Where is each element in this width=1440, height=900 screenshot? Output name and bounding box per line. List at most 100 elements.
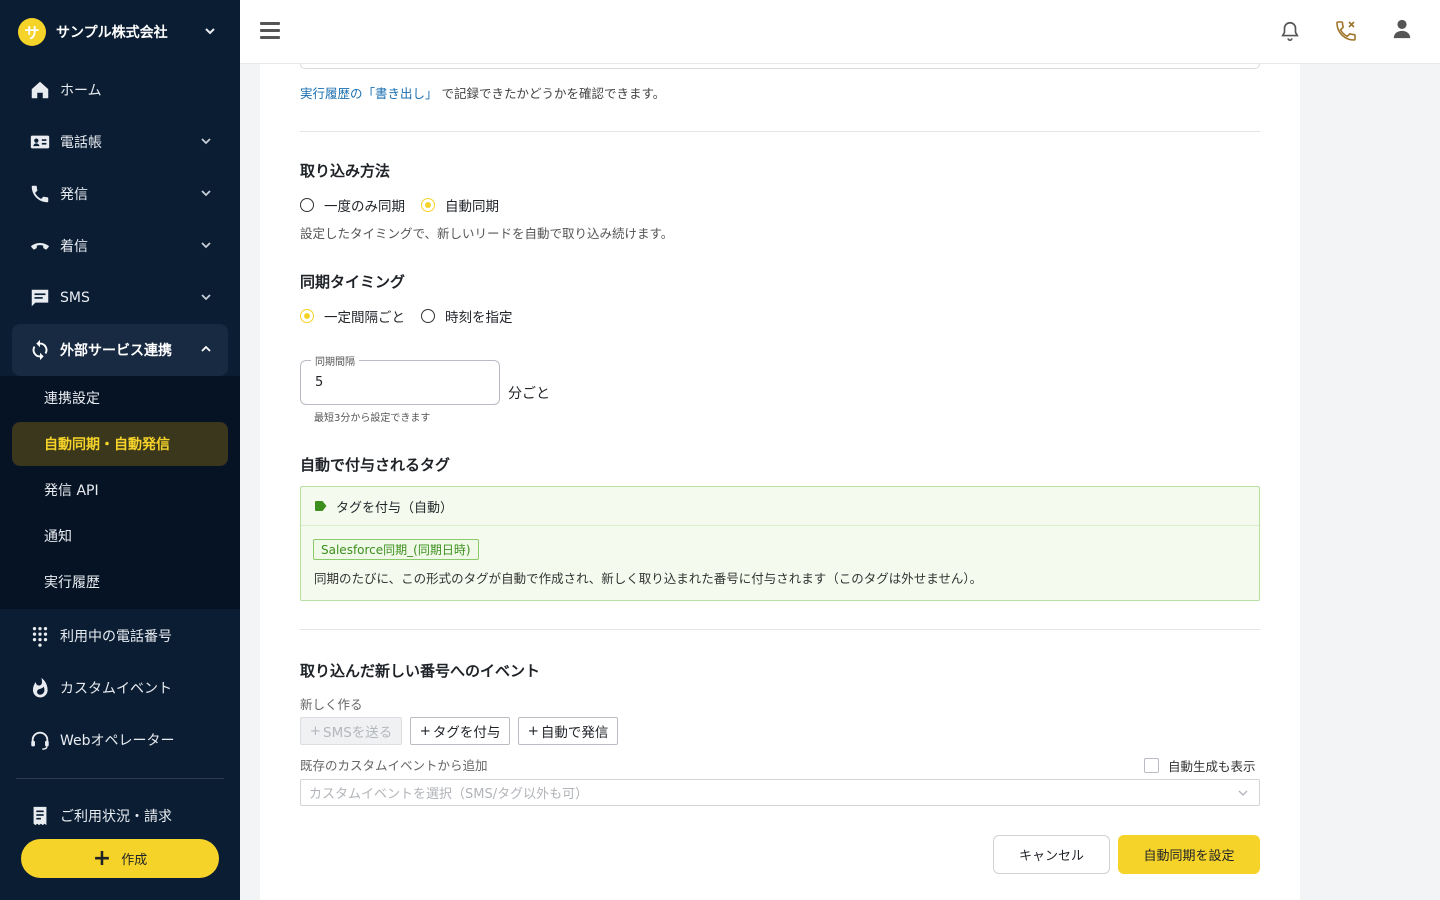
send-sms-label: SMSを送る: [323, 725, 393, 741]
cancel-button[interactable]: キャンセル: [993, 835, 1110, 874]
sidebar-item-integrations[interactable]: 外部サービス連携: [12, 324, 228, 376]
sub-item-history[interactable]: 実行履歴: [12, 560, 228, 604]
tag-icon: [315, 501, 327, 511]
contacts-icon: [28, 130, 52, 154]
import-method-options: 一度のみ同期 自動同期: [300, 195, 515, 215]
flame-icon: [28, 676, 52, 700]
sync-interval-help: 最短3分から設定できます: [314, 413, 431, 424]
sidebar-item-label: 発信: [60, 187, 88, 203]
sub-item-auto-sync[interactable]: 自動同期・自動発信: [12, 422, 228, 466]
custom-event-select[interactable]: カスタムイベントを選択（SMS/タグ以外も可）: [300, 779, 1260, 806]
receipt-icon: [28, 804, 52, 828]
history-hint: 実行履歴の「書き出し」 で記録できたかどうかを確認できます。: [300, 83, 665, 102]
plus-icon: +: [419, 723, 431, 739]
show-auto-generated-checkbox[interactable]: [1144, 758, 1159, 773]
plus-icon: +: [309, 723, 321, 739]
sync-interval-suffix: 分ごと: [508, 386, 550, 402]
phone-outgoing-icon: [28, 182, 52, 206]
existing-event-label: 既存のカスタムイベントから追加: [300, 758, 488, 773]
add-tag-button[interactable]: + タグを付与: [410, 717, 510, 745]
sync-timing-title: 同期タイミング: [300, 273, 406, 291]
import-method-title: 取り込み方法: [300, 162, 391, 180]
chevron-down-icon: [201, 190, 211, 197]
sidebar-divider: [16, 778, 224, 779]
plus-icon: +: [527, 723, 539, 739]
send-sms-button[interactable]: + SMSを送る: [300, 717, 402, 745]
auto-call-button[interactable]: + 自動で発信: [518, 717, 618, 745]
custom-event-placeholder: カスタムイベントを選択（SMS/タグ以外も可）: [309, 787, 589, 802]
chevron-down-icon: [201, 294, 211, 301]
sidebar-item-home[interactable]: ホーム: [12, 64, 228, 116]
radio-sync-once-label[interactable]: 一度のみ同期: [324, 195, 405, 215]
radio-auto-sync[interactable]: [421, 198, 435, 212]
radio-specific-time-label[interactable]: 時刻を指定: [445, 306, 513, 326]
sidebar-item-custom-events[interactable]: カスタムイベント: [12, 662, 228, 714]
radio-sync-once[interactable]: [300, 198, 314, 212]
auto-tag-header: タグを付与（自動）: [301, 487, 1259, 526]
org-switcher[interactable]: サ サンプル株式会社: [0, 0, 240, 64]
tag-chip: Salesforce同期_(同期日時): [313, 539, 479, 560]
show-auto-generated-label[interactable]: 自動生成も表示: [1168, 756, 1256, 775]
sidebar-item-incoming[interactable]: 着信: [12, 220, 228, 272]
sidebar-item-label: ホーム: [60, 83, 102, 99]
sidebar-item-web-operator[interactable]: Webオペレーター: [12, 714, 228, 766]
sidebar-item-outgoing[interactable]: 発信: [12, 168, 228, 220]
radio-interval-label[interactable]: 一定間隔ごと: [324, 306, 405, 326]
chevron-down-icon: [205, 28, 215, 35]
sidebar-item-label: Webオペレーター: [60, 733, 175, 749]
chevron-down-icon: [201, 138, 211, 145]
sync-timing-options: 一定間隔ごと 時刻を指定: [300, 306, 529, 326]
auto-tags-title: 自動で付与されるタグ: [300, 456, 451, 474]
sidebar-item-contacts[interactable]: 電話帳: [12, 116, 228, 168]
sub-item-notifications[interactable]: 通知: [12, 514, 228, 558]
dialpad-icon: [28, 624, 52, 648]
integrations-submenu: 連携設定 自動同期・自動発信 発信 API 通知 実行履歴: [0, 376, 240, 609]
org-name: サンプル株式会社: [56, 25, 168, 41]
radio-interval[interactable]: [300, 309, 314, 323]
sync-interval-input[interactable]: 5: [315, 375, 323, 390]
previous-field-edge: [300, 64, 1260, 69]
add-tag-label: タグを付与: [432, 725, 501, 741]
sidebar-item-sms[interactable]: SMS: [12, 272, 228, 324]
sms-icon: [28, 286, 52, 310]
chevron-down-icon: [201, 242, 211, 249]
sidebar-item-label: SMS: [60, 290, 90, 306]
sidebar: サ サンプル株式会社 ホーム 電話帳 発信 着信 SMS 外部サービス連携 連携…: [0, 0, 240, 900]
section-divider: [300, 131, 1260, 132]
sidebar-item-label: 電話帳: [60, 135, 102, 151]
export-history-link[interactable]: 実行履歴の「書き出し」: [300, 86, 438, 101]
sub-item-link-settings[interactable]: 連携設定: [12, 376, 228, 420]
user-icon[interactable]: [1389, 16, 1415, 42]
phone-incoming-icon: [28, 234, 52, 258]
sidebar-item-label: 着信: [60, 239, 88, 255]
sidebar-item-billing[interactable]: ご利用状況・請求: [12, 790, 228, 842]
import-method-description: 設定したタイミングで、新しいリードを自動で取り込み続けます。: [300, 226, 674, 241]
menu-icon[interactable]: [260, 22, 280, 42]
sidebar-item-label: ご利用状況・請求: [60, 809, 172, 825]
radio-auto-sync-label[interactable]: 自動同期: [445, 195, 499, 215]
sidebar-item-phone-numbers[interactable]: 利用中の電話番号: [12, 610, 228, 662]
auto-tag-panel: タグを付与（自動） Salesforce同期_(同期日時) 同期のたびに、この形…: [300, 486, 1260, 601]
top-header: [240, 0, 1440, 64]
set-auto-sync-button[interactable]: 自動同期を設定: [1118, 835, 1260, 874]
history-hint-text: で記録できたかどうかを確認できます。: [437, 86, 666, 101]
chevron-down-icon: [1238, 790, 1248, 796]
bell-icon[interactable]: [1277, 18, 1303, 44]
create-button[interactable]: + 作成: [21, 839, 219, 878]
sub-item-call-api[interactable]: 発信 API: [12, 468, 228, 512]
show-auto-generated-option: 自動生成も表示: [1144, 756, 1256, 775]
sync-icon: [28, 338, 52, 362]
sync-interval-field[interactable]: 同期間隔 5: [300, 353, 500, 405]
chevron-up-icon: [201, 345, 211, 352]
create-button-label: 作成: [121, 853, 148, 868]
auto-call-label: 自動で発信: [540, 725, 609, 741]
headset-icon: [28, 728, 52, 752]
radio-specific-time[interactable]: [421, 309, 435, 323]
new-event-label: 新しく作る: [300, 697, 363, 712]
phone-missed-icon[interactable]: [1333, 18, 1359, 44]
settings-card: 実行履歴の「書き出し」 で記録できたかどうかを確認できます。 取り込み方法 一度…: [260, 64, 1300, 900]
auto-tag-header-label: タグを付与（自動）: [336, 500, 454, 516]
home-icon: [28, 78, 52, 102]
sidebar-item-label: 外部サービス連携: [60, 343, 172, 359]
sync-interval-label: 同期間隔: [311, 353, 359, 368]
